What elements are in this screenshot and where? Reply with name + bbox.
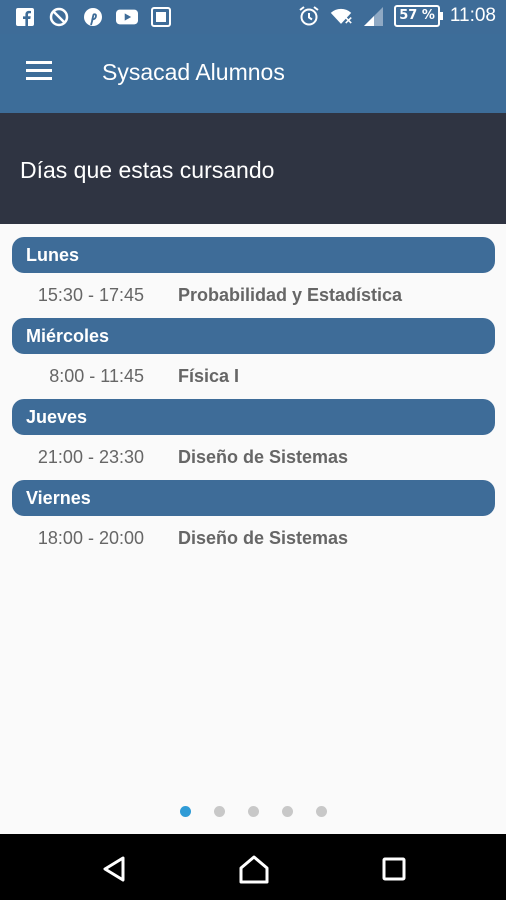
class-subject: Diseño de Sistemas bbox=[178, 528, 349, 548]
page-title: Días que estas cursando bbox=[20, 157, 275, 183]
wifi-icon bbox=[330, 5, 352, 27]
menu-icon[interactable] bbox=[20, 56, 60, 92]
app-title: Sysacad Alumnos bbox=[102, 59, 285, 85]
navigation-bar bbox=[0, 834, 506, 900]
notification-icons bbox=[14, 6, 172, 28]
class-time: 18:00 - 20:00 bbox=[37, 528, 144, 548]
page-indicator bbox=[180, 806, 327, 817]
page-dot[interactable] bbox=[282, 806, 293, 817]
pinterest-icon bbox=[82, 6, 104, 28]
class-subject: Probabilidad y Estadística bbox=[178, 285, 403, 305]
day-header[interactable]: Jueves bbox=[12, 399, 495, 435]
class-row[interactable]: 21:00 - 23:30 Diseño de Sistemas bbox=[12, 435, 495, 479]
day-block: Viernes 18:00 - 20:00 Diseño de Sistemas bbox=[12, 480, 495, 560]
class-time: 15:30 - 17:45 bbox=[37, 285, 144, 305]
status-bar: 57 % 11:08 bbox=[0, 0, 506, 34]
recents-icon[interactable] bbox=[376, 851, 412, 887]
day-header[interactable]: Lunes bbox=[12, 237, 495, 273]
facebook-icon bbox=[14, 6, 36, 28]
day-header[interactable]: Miércoles bbox=[12, 318, 495, 354]
page-dot[interactable] bbox=[316, 806, 327, 817]
page-dot-active[interactable] bbox=[180, 806, 191, 817]
signal-icon bbox=[362, 5, 384, 27]
section-header: Días que estas cursando bbox=[0, 113, 506, 224]
day-header[interactable]: Viernes bbox=[12, 480, 495, 516]
class-row[interactable]: 8:00 - 11:45 Física I bbox=[12, 354, 495, 398]
app-bar: Sysacad Alumnos bbox=[0, 34, 506, 113]
day-block: Miércoles 8:00 - 11:45 Física I bbox=[12, 318, 495, 398]
class-time: 8:00 - 11:45 bbox=[49, 366, 144, 386]
home-icon[interactable] bbox=[236, 851, 272, 887]
day-block: Lunes 15:30 - 17:45 Probabilidad y Estad… bbox=[12, 237, 495, 317]
alarm-icon bbox=[298, 5, 320, 27]
class-time: 21:00 - 23:30 bbox=[37, 447, 144, 467]
status-time: 11:08 bbox=[449, 5, 496, 26]
schedule-list: Lunes 15:30 - 17:45 Probabilidad y Estad… bbox=[0, 224, 506, 834]
system-icons: 57 % 11:08 bbox=[298, 5, 496, 27]
battery-indicator: 57 % bbox=[394, 5, 443, 27]
page-dot[interactable] bbox=[214, 806, 225, 817]
class-row[interactable]: 18:00 - 20:00 Diseño de Sistemas bbox=[12, 516, 495, 560]
no-location-icon bbox=[48, 6, 70, 28]
gallery-icon bbox=[150, 6, 172, 28]
class-subject: Física I bbox=[178, 366, 240, 386]
back-icon[interactable] bbox=[96, 851, 132, 887]
class-subject: Diseño de Sistemas bbox=[178, 447, 349, 467]
class-row[interactable]: 15:30 - 17:45 Probabilidad y Estadística bbox=[12, 273, 495, 317]
day-block: Jueves 21:00 - 23:30 Diseño de Sistemas bbox=[12, 399, 495, 479]
youtube-icon bbox=[116, 6, 138, 28]
page-dot[interactable] bbox=[248, 806, 259, 817]
